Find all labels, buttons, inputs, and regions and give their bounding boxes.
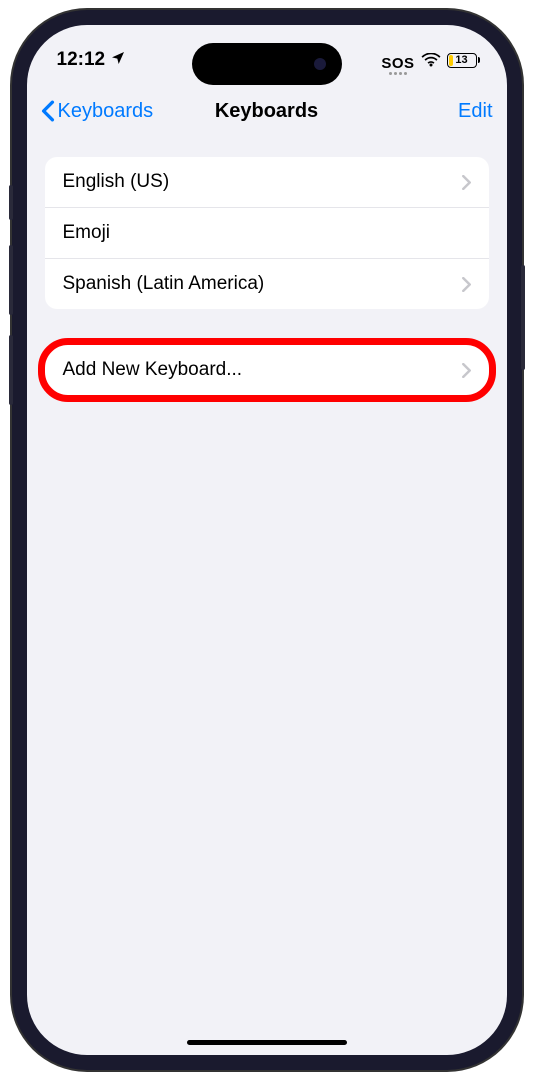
keyboard-row-emoji[interactable]: Emoji (45, 208, 489, 259)
phone-frame: 12:12 SOS 13 (12, 10, 522, 1070)
side-button (9, 335, 13, 405)
battery-icon: 13 (447, 53, 477, 68)
side-button (9, 185, 13, 220)
keyboard-label: Emoji (63, 222, 111, 244)
back-button[interactable]: Keyboards (41, 100, 154, 123)
side-button (521, 265, 525, 370)
status-left: 12:12 (57, 49, 127, 71)
location-icon (110, 50, 126, 71)
edit-button[interactable]: Edit (458, 100, 492, 123)
side-button (9, 245, 13, 315)
status-right: SOS 13 (381, 53, 476, 68)
content-area: English (US) Emoji Spanish (Latin Americ… (27, 137, 507, 415)
keyboard-row-spanish[interactable]: Spanish (Latin America) (45, 259, 489, 309)
wifi-icon (421, 53, 441, 68)
add-keyboard-group: Add New Keyboard... (45, 345, 489, 395)
phone-screen: 12:12 SOS 13 (27, 25, 507, 1055)
keyboard-label: English (US) (63, 171, 170, 193)
status-time: 12:12 (57, 49, 106, 71)
page-title: Keyboards (215, 100, 318, 123)
keyboards-list: English (US) Emoji Spanish (Latin Americ… (45, 157, 489, 309)
keyboard-label: Spanish (Latin America) (63, 273, 265, 295)
chevron-left-icon (41, 100, 55, 122)
chevron-right-icon (462, 363, 471, 378)
keyboard-row-english[interactable]: English (US) (45, 157, 489, 208)
add-keyboard-label: Add New Keyboard... (63, 359, 243, 381)
add-keyboard-button[interactable]: Add New Keyboard... (45, 345, 489, 395)
dynamic-island (192, 43, 342, 85)
home-indicator[interactable] (187, 1040, 347, 1045)
chevron-right-icon (462, 175, 471, 190)
sos-indicator: SOS (381, 55, 414, 65)
chevron-right-icon (462, 277, 471, 292)
navigation-bar: Keyboards Keyboards Edit (27, 85, 507, 137)
back-label: Keyboards (58, 100, 154, 123)
